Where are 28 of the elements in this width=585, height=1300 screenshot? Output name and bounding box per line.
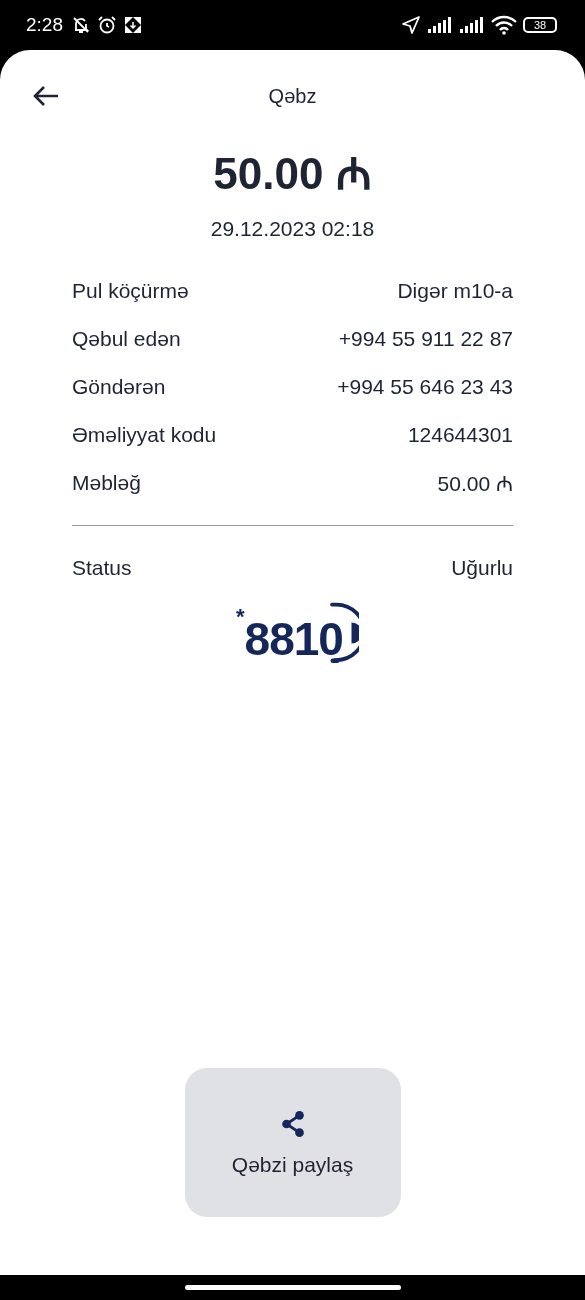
amount-text: 50.00 ₼ [212,148,373,200]
screen-title: Qəbz [268,84,317,108]
support-logo: *8810 [236,591,359,674]
download-icon [123,15,143,35]
detail-label: Əməliyyat kodu [72,422,217,447]
location-icon [401,15,421,35]
detail-value: Digər m10-a [397,278,513,303]
alarm-icon [97,15,117,35]
back-arrow-icon[interactable] [32,84,60,108]
share-icon [279,1108,306,1139]
muted-bell-icon [71,15,91,35]
status-value: Uğurlu [451,555,513,580]
signal-icon [427,16,453,34]
detail-value: 50.00 ₼ [437,470,513,497]
detail-label: Qəbul edən [72,326,181,351]
detail-label: Göndərən [72,374,166,399]
detail-label: Pul köçürmə [72,278,189,303]
share-button[interactable]: Qəbzi paylaş [184,1068,401,1217]
wifi-icon [491,15,517,35]
signal-icon [459,16,485,34]
status-time: 2:28 [26,14,63,36]
detail-label: Məbləğ [72,470,141,495]
detail-value: 124644301 [407,422,513,447]
status-label: Status [72,555,132,580]
detail-value: +994 55 911 22 87 [338,326,513,351]
battery-icon: 38 [523,17,557,33]
date-text: 29.12.2023 02:18 [209,216,376,241]
detail-value: +994 55 646 23 43 [337,374,513,399]
